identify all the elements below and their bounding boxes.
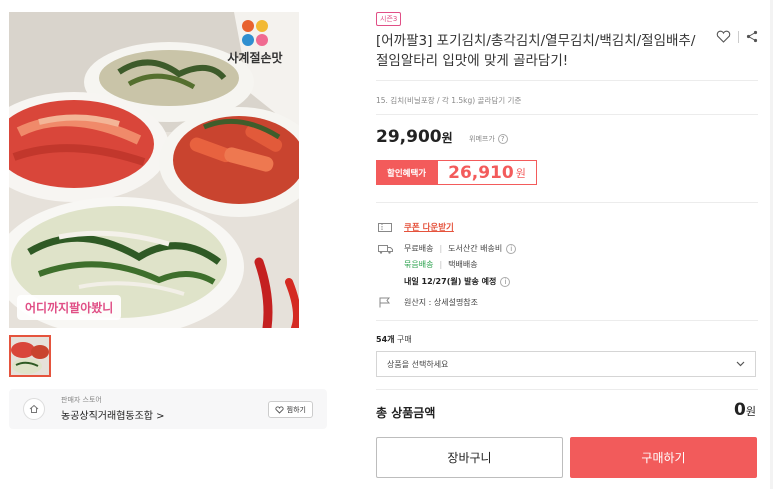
divider <box>376 389 758 390</box>
seller-type-label: 판매자 스토어 <box>61 396 102 404</box>
brand-dots <box>219 20 291 46</box>
follow-store-label: 찜하기 <box>286 405 306 414</box>
origin-text: 원산지 : 상세설명참조 <box>404 298 479 307</box>
origin-row: 원산지 : 상세설명참조 <box>376 297 478 308</box>
info-icon[interactable]: i <box>506 243 517 254</box>
discount-price-box: 할인혜택가 26,910 원 <box>376 160 537 185</box>
purchase-count-value: 54개 <box>376 335 395 344</box>
product-subtitle: 15. 김치(비닐포장 / 각 1.5kg) 골라담기 기준 <box>376 96 522 105</box>
price-note-label: 위메프가 <box>469 135 495 143</box>
season-badge: 시즌3 <box>376 12 402 26</box>
shipping-type-row: 묶음배송 | 택배배송 <box>404 259 478 270</box>
buy-now-button[interactable]: 구매하기 <box>570 437 757 478</box>
shipping-row: 무료배송 | 도서산간 배송비 i <box>376 243 517 254</box>
truck-icon <box>376 244 394 254</box>
coupon-download-link[interactable]: 쿠폰 다운받기 <box>404 221 454 233</box>
seller-store-box[interactable]: 판매자 스토어 농공상직거래협동조합 > 찜하기 <box>9 389 327 429</box>
coupon-icon <box>376 222 394 232</box>
divider <box>376 320 758 321</box>
separator: | <box>439 260 443 269</box>
product-title: [어까팔3] 포기김치/총각김치/열무김치/백김치/절임배추/절임알타리 입맛에… <box>376 33 696 69</box>
follow-store-button[interactable]: 찜하기 <box>267 401 313 418</box>
thumbnail-image <box>11 337 49 375</box>
home-icon <box>23 398 45 420</box>
price-note: 위메프가 ? <box>469 134 508 144</box>
option-select[interactable]: 상품을 선택하세요 <box>376 351 756 377</box>
total-price-label: 총 상품금액 <box>376 406 436 420</box>
price-unit: 원 <box>441 131 453 145</box>
brand-logo: 사계절손맛 <box>219 20 291 80</box>
extra-shipping-text: 도서산간 배송비 <box>448 244 503 253</box>
brand-dot <box>256 20 268 32</box>
dispatch-row: 내일 12/27(월) 발송 예정 i <box>404 276 511 287</box>
action-icons <box>716 30 758 43</box>
promo-tag: 어디까지팔아봤니 <box>17 295 122 320</box>
total-price: 0원 <box>734 400 756 420</box>
heart-plus-icon <box>275 405 284 414</box>
option-select-placeholder: 상품을 선택하세요 <box>387 359 449 369</box>
purchase-count-suffix: 구매 <box>397 335 412 344</box>
heart-icon[interactable] <box>716 30 731 43</box>
chevron-down-icon <box>736 361 745 367</box>
divider <box>376 80 758 81</box>
question-icon[interactable]: ? <box>497 134 508 144</box>
product-info-panel: 시즌3 [어까팔3] 포기김치/총각김치/열무김치/백김치/절임배추/절임알타리… <box>376 0 758 489</box>
dispatch-date-text: 내일 12/27(월) 발송 예정 <box>404 277 497 286</box>
brand-dot <box>256 34 268 46</box>
discount-price: 26,910 원 <box>437 160 537 185</box>
price-value: 29,900 <box>376 127 442 147</box>
coupon-row: 쿠폰 다운받기 <box>376 221 454 233</box>
brand-name: 사계절손맛 <box>227 51 283 65</box>
info-icon[interactable]: i <box>500 276 511 287</box>
purchase-count: 54개 구매 <box>376 334 412 345</box>
total-price-unit: 원 <box>745 405 756 418</box>
seller-name-link[interactable]: 농공상직거래협동조합 > <box>61 407 165 422</box>
icon-divider <box>738 30 739 43</box>
product-thumbnail[interactable] <box>9 335 51 377</box>
product-main-image: 사계절손맛 어디까지팔아봤니 <box>9 12 299 328</box>
courier-text: 택배배송 <box>448 260 478 269</box>
discount-price-unit: 원 <box>515 166 526 180</box>
separator: | <box>439 244 443 253</box>
divider <box>376 114 758 115</box>
add-to-cart-button[interactable]: 장바구니 <box>376 437 563 478</box>
divider <box>376 202 758 203</box>
brand-dot <box>242 34 254 46</box>
original-price: 29,900원 <box>376 127 453 147</box>
discount-price-value: 26,910 <box>448 162 514 183</box>
brand-dot <box>242 20 254 32</box>
discount-label: 할인혜택가 <box>376 160 438 185</box>
free-shipping-text: 무료배송 <box>404 244 434 253</box>
share-icon[interactable] <box>746 30 758 43</box>
total-price-value: 0 <box>734 400 746 420</box>
flag-icon <box>376 297 394 308</box>
bundle-shipping-text: 묶음배송 <box>404 260 434 269</box>
